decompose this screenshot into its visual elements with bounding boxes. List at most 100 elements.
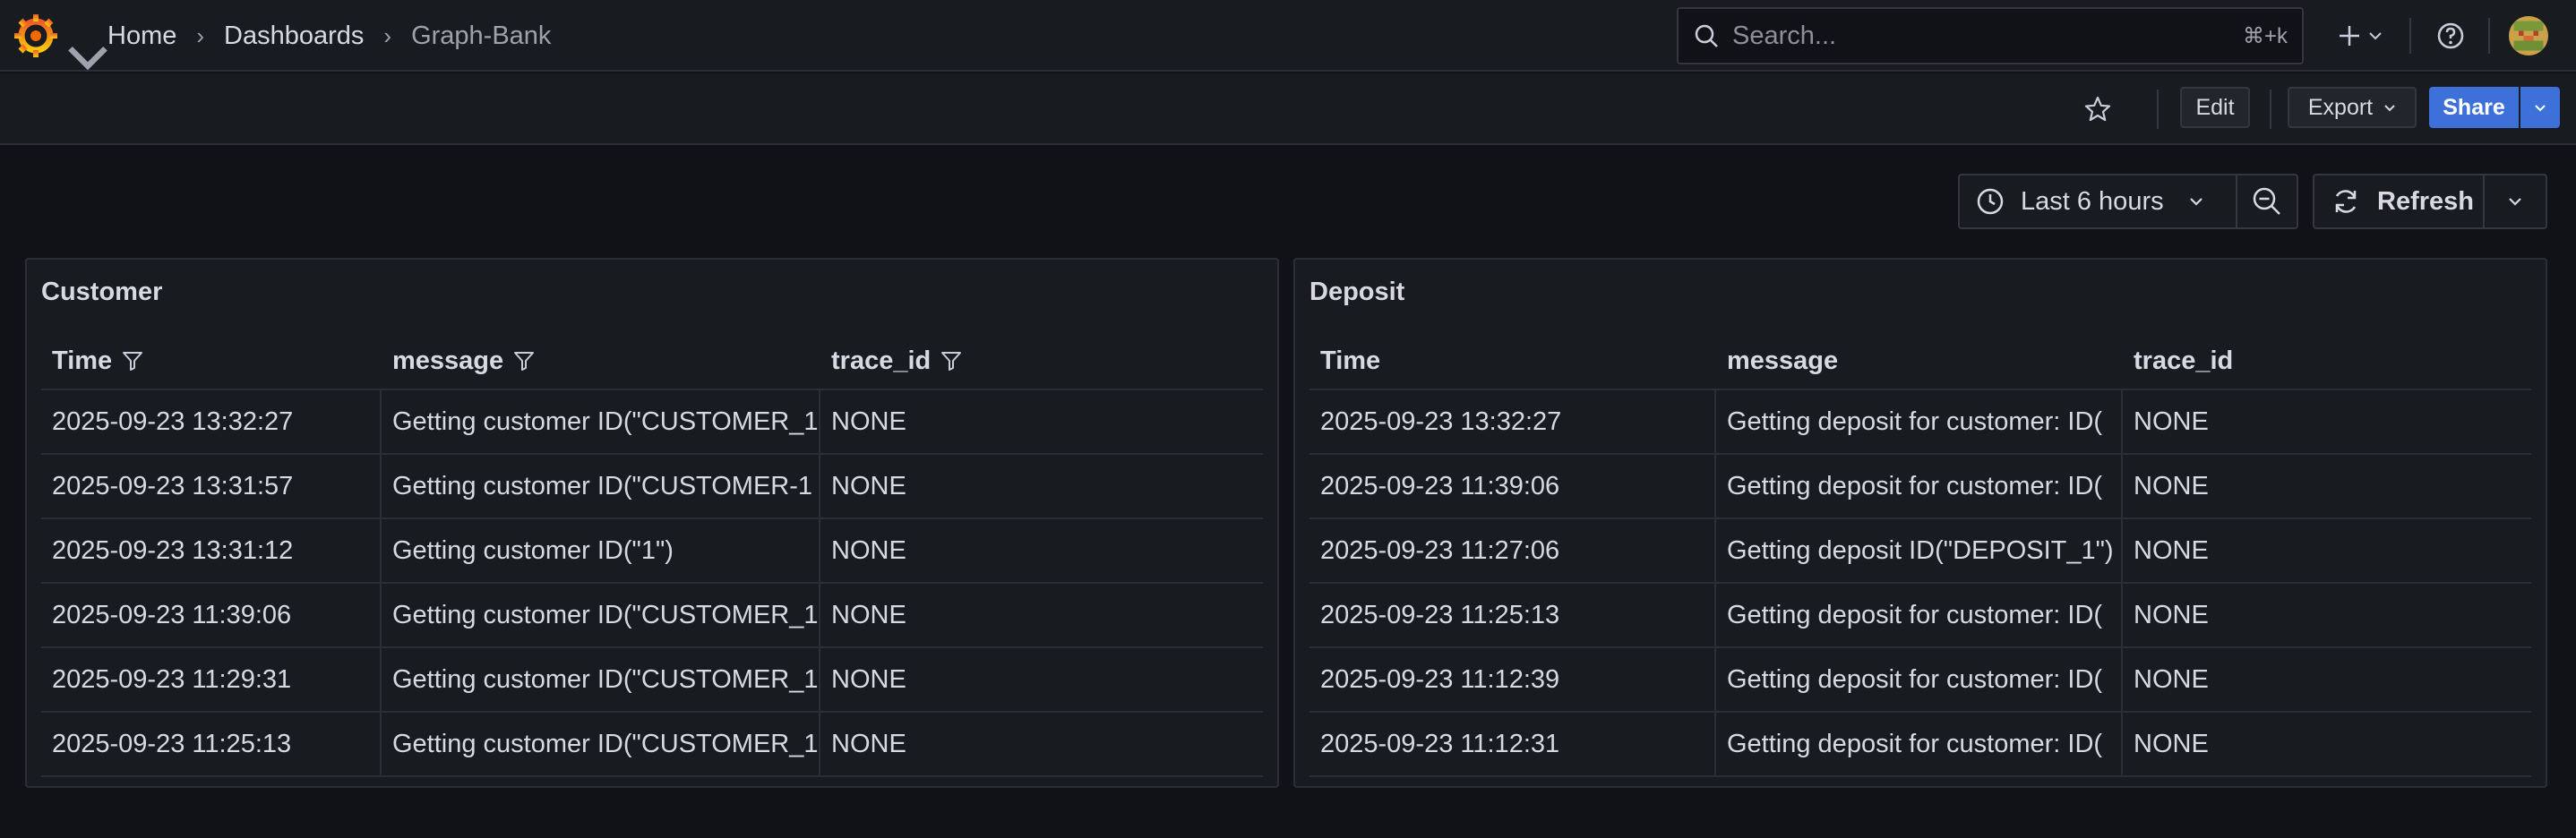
cell-time: 2025-09-23 11:25:13: [41, 713, 382, 775]
time-range-picker[interactable]: Last 6 hours: [1958, 174, 2237, 229]
table-row[interactable]: 2025-09-23 11:27:06 Getting deposit ID("D…: [1309, 519, 2531, 584]
dashboard-toolbar: Edit Export Share: [0, 73, 2576, 145]
user-avatar[interactable]: [2509, 16, 2548, 56]
search-shortcut: ⌘+k: [2242, 23, 2288, 48]
panel-title: Customer: [41, 278, 163, 306]
column-label: Time: [52, 346, 113, 375]
cell-trace-id: NONE: [2134, 406, 2209, 436]
chevron-down-icon: [2369, 32, 2382, 40]
table-row[interactable]: 2025-09-23 13:31:57 Getting customer ID("…: [41, 455, 1263, 519]
favorite-button[interactable]: [2080, 91, 2116, 127]
column-header-time[interactable]: Time: [1309, 333, 1716, 389]
zoom-out-button[interactable]: [2236, 174, 2298, 229]
breadcrumb-current: Graph-Bank: [411, 21, 552, 50]
help-icon: [2437, 22, 2464, 49]
top-bar: Home › Dashboards › Graph-Bank Search...…: [0, 0, 2576, 72]
column-label: trace_id: [2134, 346, 2234, 375]
cell-message: Getting deposit for customer: ID(: [1716, 584, 2123, 646]
breadcrumb-home[interactable]: Home: [107, 21, 176, 51]
cell-trace-id: NONE: [2134, 664, 2209, 694]
cell-time: 2025-09-23 11:29:31: [41, 648, 382, 711]
cell-message: Getting customer ID("CUSTOMER_1: [382, 713, 820, 775]
cell-trace-id: NONE: [831, 664, 906, 694]
table-row[interactable]: 2025-09-23 11:39:06 Getting deposit for c…: [1309, 455, 2531, 519]
cell-message: Getting customer ID("CUSTOMER_1: [382, 648, 820, 711]
cell-message: Getting deposit for customer: ID(: [1716, 648, 2123, 711]
column-label: trace_id: [831, 346, 932, 375]
cell-message: Getting deposit for customer: ID(: [1716, 390, 2123, 453]
share-button[interactable]: Share: [2429, 87, 2519, 128]
search-placeholder: Search...: [1732, 21, 1837, 50]
cell-trace-id: NONE: [2134, 535, 2209, 565]
column-header-message[interactable]: message: [382, 333, 820, 389]
cell-trace-id: NONE: [831, 729, 906, 758]
add-new-button[interactable]: [2329, 18, 2391, 54]
filter-icon[interactable]: [940, 349, 963, 372]
column-header-time[interactable]: Time: [41, 333, 382, 389]
cell-time: 2025-09-23 11:39:06: [1309, 455, 1716, 517]
table-row[interactable]: 2025-09-23 11:25:13 Getting deposit for c…: [1309, 584, 2531, 648]
cell-time: 2025-09-23 11:39:06: [41, 584, 382, 646]
cell-time: 2025-09-23 11:27:06: [1309, 519, 1716, 582]
auto-refresh-dropdown[interactable]: [2483, 174, 2547, 229]
table-row[interactable]: 2025-09-23 11:39:06 Getting customer ID("…: [41, 584, 1263, 648]
refresh-button[interactable]: Refresh: [2313, 174, 2485, 229]
refresh-label: Refresh: [2377, 186, 2474, 216]
search-input[interactable]: Search... ⌘+k: [1677, 7, 2304, 64]
export-label: Export: [2307, 94, 2374, 120]
table-row[interactable]: 2025-09-23 13:32:27 Getting customer ID("…: [41, 390, 1263, 455]
cell-message: Getting customer ID("1"): [382, 519, 820, 582]
column-header-message[interactable]: message: [1716, 333, 2123, 389]
column-header-trace-id[interactable]: trace_id: [820, 333, 1263, 389]
customer-table: Time message trace_id 2025-09-23 13:32:2…: [41, 333, 1263, 777]
table-row[interactable]: 2025-09-23 11:25:13 Getting customer ID("…: [41, 713, 1263, 777]
search-icon: [1695, 24, 1718, 47]
cell-time: 2025-09-23 13:31:57: [41, 455, 382, 517]
chevron-right-icon: ›: [383, 21, 392, 49]
deposit-table: Time message trace_id 2025-09-23 13:32:2…: [1309, 333, 2531, 777]
panel-title: Deposit: [1309, 278, 1405, 306]
table-row[interactable]: 2025-09-23 11:12:39 Getting deposit for c…: [1309, 648, 2531, 713]
table-header: Time message trace_id: [41, 333, 1263, 390]
filter-icon[interactable]: [121, 349, 144, 372]
time-range-label: Last 6 hours: [2021, 186, 2164, 216]
table-header: Time message trace_id: [1309, 333, 2531, 390]
cell-trace-id: NONE: [831, 471, 906, 500]
cell-message: Getting customer ID("CUSTOMER_1: [382, 584, 820, 646]
divider: [2409, 18, 2411, 54]
cell-time: 2025-09-23 11:12:31: [1309, 713, 1716, 775]
cell-time: 2025-09-23 11:12:39: [1309, 648, 1716, 711]
refresh-icon: [2335, 190, 2357, 213]
column-label: Time: [1320, 346, 1381, 375]
cell-trace-id: NONE: [2134, 600, 2209, 629]
cell-trace-id: NONE: [831, 406, 906, 436]
help-button[interactable]: [2433, 18, 2469, 54]
table-row[interactable]: 2025-09-23 11:29:31 Getting customer ID("…: [41, 648, 1263, 713]
export-button[interactable]: Export: [2288, 87, 2417, 128]
cell-message: Getting customer ID("CUSTOMER_1: [382, 390, 820, 453]
star-icon: [2084, 96, 2111, 122]
filter-icon[interactable]: [512, 349, 536, 372]
table-body: 2025-09-23 13:32:27 Getting customer ID("…: [41, 390, 1263, 777]
grafana-logo[interactable]: [13, 11, 107, 71]
table-row[interactable]: 2025-09-23 13:32:27 Getting deposit for c…: [1309, 390, 2531, 455]
plus-icon: [2340, 26, 2359, 46]
table-row[interactable]: 2025-09-23 11:12:31 Getting deposit for c…: [1309, 713, 2531, 777]
edit-button[interactable]: Edit: [2180, 87, 2250, 128]
cell-trace-id: NONE: [831, 535, 906, 565]
breadcrumb: Home › Dashboards › Graph-Bank: [107, 18, 551, 54]
chevron-down-icon: [2535, 104, 2546, 111]
zoom-out-icon: [2253, 187, 2280, 215]
clock-icon: [1977, 188, 2004, 215]
cell-message: Getting deposit ID("DEPOSIT_1"): [1716, 519, 2123, 582]
divider: [2488, 18, 2490, 54]
table-row[interactable]: 2025-09-23 13:31:12 Getting customer ID("…: [41, 519, 1263, 584]
panel-deposit: Deposit Time message trace_id 2025-09-23…: [1293, 258, 2547, 788]
cell-message: Getting deposit for customer: ID(: [1716, 713, 2123, 775]
chevron-right-icon: ›: [196, 21, 205, 49]
share-options-button[interactable]: [2520, 87, 2560, 128]
breadcrumb-dashboards[interactable]: Dashboards: [224, 21, 364, 51]
cell-message: Getting deposit for customer: ID(: [1716, 455, 2123, 517]
column-header-trace-id[interactable]: trace_id: [2123, 333, 2531, 389]
cell-time: 2025-09-23 13:32:27: [1309, 390, 1716, 453]
